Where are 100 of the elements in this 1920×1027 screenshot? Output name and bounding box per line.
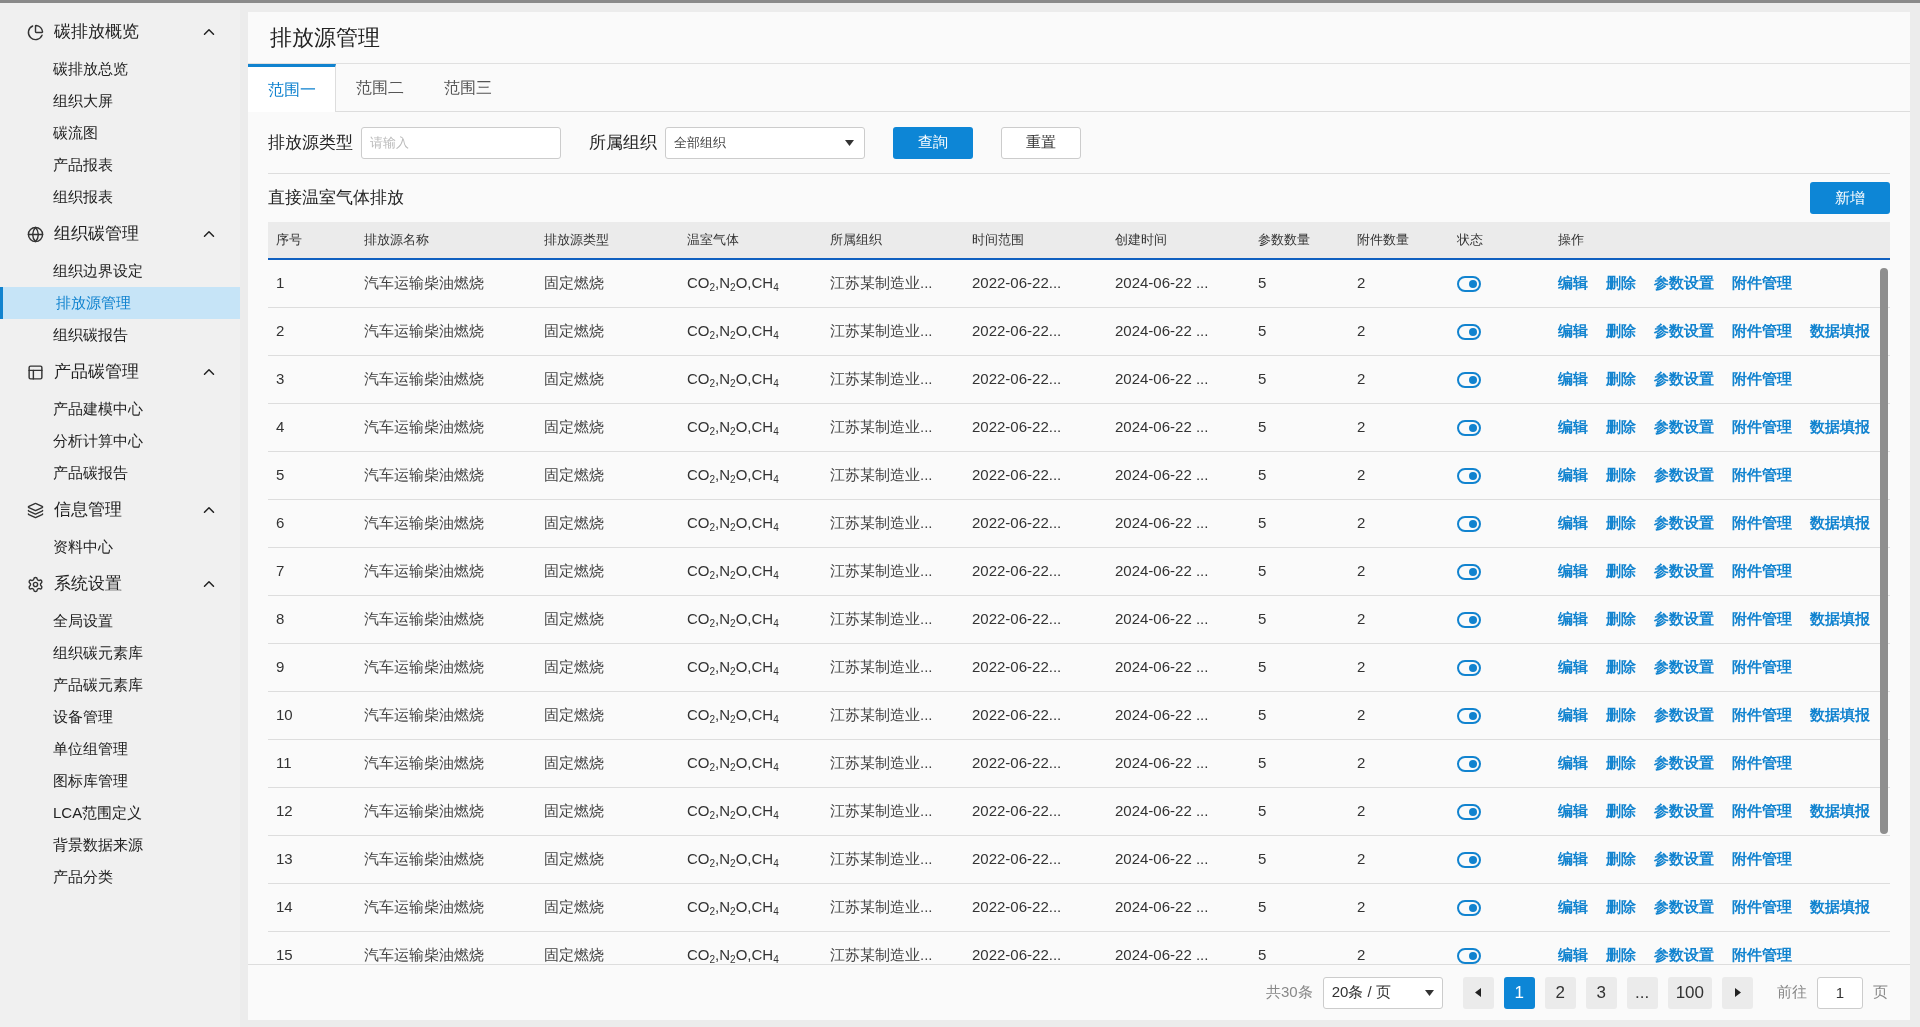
sidebar-item[interactable]: 设备管理 <box>0 701 240 733</box>
sidebar-group-header[interactable]: 信息管理 <box>0 489 240 531</box>
action-link[interactable]: 参数设置 <box>1654 848 1714 871</box>
status-toggle[interactable] <box>1457 611 1481 628</box>
sidebar-item[interactable]: 组织大屏 <box>0 85 240 117</box>
action-link[interactable]: 附件管理 <box>1732 272 1792 295</box>
action-link[interactable]: 参数设置 <box>1654 320 1714 343</box>
status-toggle[interactable] <box>1457 755 1481 772</box>
action-link[interactable]: 参数设置 <box>1654 512 1714 535</box>
action-link[interactable]: 参数设置 <box>1654 416 1714 439</box>
status-toggle[interactable] <box>1457 275 1481 292</box>
action-link[interactable]: 编辑 <box>1558 704 1588 727</box>
sidebar-item[interactable]: 排放源管理 <box>0 287 240 319</box>
action-link[interactable]: 编辑 <box>1558 800 1588 823</box>
status-toggle[interactable] <box>1457 803 1481 820</box>
action-link[interactable]: 附件管理 <box>1732 896 1792 919</box>
goto-page-field[interactable]: 1 <box>1817 976 1863 1009</box>
tab[interactable]: 范围一 <box>248 64 336 112</box>
status-toggle[interactable] <box>1457 947 1481 964</box>
action-link[interactable]: 参数设置 <box>1654 752 1714 775</box>
sidebar-item[interactable]: 组织碳报告 <box>0 319 240 351</box>
action-link[interactable]: 编辑 <box>1558 656 1588 679</box>
action-link[interactable]: 编辑 <box>1558 272 1588 295</box>
status-toggle[interactable] <box>1457 707 1481 724</box>
status-toggle[interactable] <box>1457 419 1481 436</box>
action-link[interactable]: 编辑 <box>1558 608 1588 631</box>
sidebar-item[interactable]: 碳流图 <box>0 117 240 149</box>
sidebar-group-header[interactable]: 产品碳管理 <box>0 351 240 393</box>
status-toggle[interactable] <box>1457 323 1481 340</box>
action-link[interactable]: 删除 <box>1606 704 1636 727</box>
action-link[interactable]: 参数设置 <box>1654 464 1714 487</box>
action-link[interactable]: 删除 <box>1606 416 1636 439</box>
page-button[interactable]: 3 <box>1585 976 1617 1009</box>
action-link[interactable]: 附件管理 <box>1732 944 1792 964</box>
action-link[interactable]: 参数设置 <box>1654 560 1714 583</box>
action-link[interactable]: 参数设置 <box>1654 896 1714 919</box>
action-link[interactable]: 删除 <box>1606 272 1636 295</box>
action-link[interactable]: 删除 <box>1606 320 1636 343</box>
action-link[interactable]: 附件管理 <box>1732 752 1792 775</box>
source-type-field[interactable]: 请输入 <box>361 126 561 159</box>
status-toggle[interactable] <box>1457 371 1481 388</box>
action-link[interactable]: 删除 <box>1606 464 1636 487</box>
sidebar-item[interactable]: LCA范围定义 <box>0 797 240 829</box>
status-toggle[interactable] <box>1457 659 1481 676</box>
sidebar-group-header[interactable]: 碳排放概览 <box>0 11 240 53</box>
action-link[interactable]: 附件管理 <box>1732 464 1792 487</box>
sidebar-item[interactable]: 单位组管理 <box>0 733 240 765</box>
tab[interactable]: 范围三 <box>424 64 512 111</box>
action-link[interactable]: 附件管理 <box>1732 416 1792 439</box>
page-button[interactable]: ... <box>1626 976 1658 1009</box>
sidebar-item[interactable]: 碳排放总览 <box>0 53 240 85</box>
sidebar-item[interactable]: 资料中心 <box>0 531 240 563</box>
action-link[interactable]: 附件管理 <box>1732 560 1792 583</box>
reset-button[interactable]: 重置 <box>1001 126 1081 159</box>
scrollbar-thumb[interactable] <box>1880 268 1888 834</box>
next-page-button[interactable] <box>1722 976 1753 1009</box>
action-link[interactable]: 删除 <box>1606 608 1636 631</box>
sidebar-item[interactable]: 全局设置 <box>0 605 240 637</box>
sidebar-item[interactable]: 产品分类 <box>0 861 240 893</box>
action-link[interactable]: 删除 <box>1606 944 1636 964</box>
action-link[interactable]: 删除 <box>1606 848 1636 871</box>
action-link[interactable]: 数据填报 <box>1810 320 1870 343</box>
action-link[interactable]: 删除 <box>1606 512 1636 535</box>
action-link[interactable]: 删除 <box>1606 656 1636 679</box>
status-toggle[interactable] <box>1457 467 1481 484</box>
action-link[interactable]: 数据填报 <box>1810 800 1870 823</box>
sidebar-group-header[interactable]: 组织碳管理 <box>0 213 240 255</box>
action-link[interactable]: 编辑 <box>1558 416 1588 439</box>
sidebar-group-header[interactable]: 系统设置 <box>0 563 240 605</box>
page-button[interactable]: 1 <box>1503 976 1535 1009</box>
action-link[interactable]: 参数设置 <box>1654 704 1714 727</box>
action-link[interactable]: 附件管理 <box>1732 800 1792 823</box>
query-button[interactable]: 查詢 <box>893 126 973 159</box>
action-link[interactable]: 附件管理 <box>1732 848 1792 871</box>
sidebar-item[interactable]: 产品报表 <box>0 149 240 181</box>
add-button[interactable]: 新增 <box>1810 182 1890 214</box>
action-link[interactable]: 附件管理 <box>1732 704 1792 727</box>
action-link[interactable]: 附件管理 <box>1732 512 1792 535</box>
action-link[interactable]: 编辑 <box>1558 464 1588 487</box>
sidebar-item[interactable]: 背景数据来源 <box>0 829 240 861</box>
sidebar-item[interactable]: 组织报表 <box>0 181 240 213</box>
action-link[interactable]: 删除 <box>1606 560 1636 583</box>
action-link[interactable]: 编辑 <box>1558 560 1588 583</box>
sidebar-item[interactable]: 产品碳报告 <box>0 457 240 489</box>
status-toggle[interactable] <box>1457 515 1481 532</box>
action-link[interactable]: 参数设置 <box>1654 800 1714 823</box>
sidebar-item[interactable]: 组织碳元素库 <box>0 637 240 669</box>
action-link[interactable]: 参数设置 <box>1654 944 1714 964</box>
action-link[interactable]: 编辑 <box>1558 752 1588 775</box>
page-button[interactable]: 100 <box>1667 976 1712 1009</box>
previous-page-button[interactable] <box>1462 976 1494 1009</box>
action-link[interactable]: 编辑 <box>1558 320 1588 343</box>
action-link[interactable]: 参数设置 <box>1654 656 1714 679</box>
action-link[interactable]: 数据填报 <box>1810 704 1870 727</box>
action-link[interactable]: 删除 <box>1606 752 1636 775</box>
status-toggle[interactable] <box>1457 899 1481 916</box>
status-toggle[interactable] <box>1457 563 1481 580</box>
action-link[interactable]: 数据填报 <box>1810 512 1870 535</box>
action-link[interactable]: 参数设置 <box>1654 272 1714 295</box>
action-link[interactable]: 删除 <box>1606 368 1636 391</box>
